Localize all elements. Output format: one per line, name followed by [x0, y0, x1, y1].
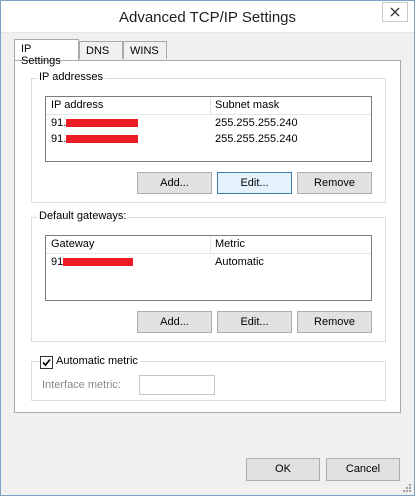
cancel-button[interactable]: Cancel: [326, 458, 400, 481]
ip-list-header: IP address Subnet mask: [46, 97, 371, 115]
redacted-ip-address: [66, 135, 139, 144]
column-metric[interactable]: Metric: [215, 238, 245, 250]
interface-metric-label: Interface metric:: [42, 379, 121, 391]
window-title: Advanced TCP/IP Settings: [118, 9, 297, 26]
column-ip-address[interactable]: IP address: [51, 99, 103, 111]
gateway-remove-button[interactable]: Remove: [297, 311, 372, 333]
metric-group: Automatic metric Interface metric:: [31, 355, 386, 401]
tab-dns[interactable]: DNS: [79, 41, 123, 59]
subnet-mask-value: 255.255.255.240: [215, 117, 298, 129]
ip-addresses-group: IP addresses IP address Subnet mask 91. …: [31, 71, 386, 203]
column-separator[interactable]: [210, 236, 211, 253]
default-gateways-group: Default gateways: Gateway Metric 91 Auto…: [31, 210, 386, 342]
ip-edit-button[interactable]: Edit...: [217, 172, 292, 194]
tab-ip-settings[interactable]: IP Settings: [14, 39, 79, 67]
close-button[interactable]: [382, 2, 408, 22]
gateways-list-header: Gateway Metric: [46, 236, 371, 254]
column-separator[interactable]: [210, 97, 211, 114]
redacted-ip-address: [66, 119, 139, 128]
ip-add-button[interactable]: Add...: [137, 172, 212, 194]
ip-addresses-group-label: IP addresses: [37, 71, 106, 83]
gateway-add-button[interactable]: Add...: [137, 311, 212, 333]
advanced-tcpip-window: Advanced TCP/IP Settings IP Settings DNS…: [0, 0, 415, 496]
automatic-metric-label[interactable]: Automatic metric: [54, 355, 140, 367]
ip-remove-button[interactable]: Remove: [297, 172, 372, 194]
interface-metric-input[interactable]: [139, 375, 215, 395]
close-icon: [390, 7, 400, 17]
ip-address-value: 91.: [51, 117, 139, 129]
checkmark-icon: [42, 358, 51, 367]
tab-wins[interactable]: WINS: [123, 41, 167, 59]
gateway-value: 91: [51, 256, 134, 268]
default-gateways-group-label: Default gateways:: [37, 210, 129, 222]
automatic-metric-checkbox[interactable]: [40, 356, 53, 369]
subnet-mask-value: 255.255.255.240: [215, 133, 298, 145]
gateways-list[interactable]: Gateway Metric 91 Automatic: [45, 235, 372, 301]
column-gateway[interactable]: Gateway: [51, 238, 94, 250]
resize-grip-icon[interactable]: [402, 483, 412, 493]
metric-value: Automatic: [215, 256, 264, 268]
ip-address-value: 91.: [51, 133, 139, 145]
ip-settings-panel: IP addresses IP address Subnet mask 91. …: [14, 60, 401, 413]
gateway-edit-button[interactable]: Edit...: [217, 311, 292, 333]
column-subnet-mask[interactable]: Subnet mask: [215, 99, 279, 111]
ok-button[interactable]: OK: [246, 458, 320, 481]
redacted-gateway: [63, 258, 134, 267]
ip-addresses-list[interactable]: IP address Subnet mask 91. 255.255.255.2…: [45, 96, 372, 162]
title-bar[interactable]: Advanced TCP/IP Settings: [1, 1, 414, 33]
